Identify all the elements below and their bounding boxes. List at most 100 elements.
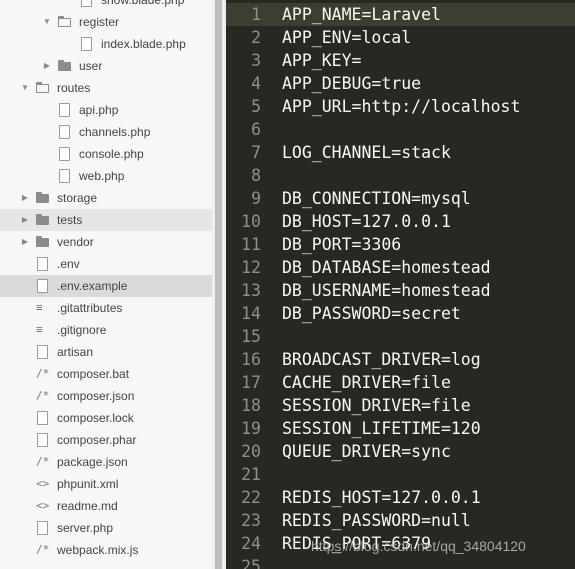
line-text[interactable]: APP_ENV=local — [282, 26, 411, 49]
code-line[interactable]: 13 DB_USERNAME=homestead — [226, 279, 575, 302]
code-line[interactable]: 12 DB_DATABASE=homestead — [226, 256, 575, 279]
line-text[interactable]: DB_PORT=3306 — [282, 233, 401, 256]
line-text[interactable]: QUEUE_DRIVER=sync — [282, 440, 451, 463]
line-text[interactable]: DB_HOST=127.0.0.1 — [282, 210, 451, 233]
line-text[interactable]: APP_DEBUG=true — [282, 72, 421, 95]
tree-item-tests[interactable]: ▶ tests — [0, 209, 212, 231]
chevron-down-icon[interactable]: ▼ — [20, 77, 30, 99]
file-icon — [59, 169, 70, 183]
code-line[interactable]: 19 SESSION_LIFETIME=120 — [226, 417, 575, 440]
tree-item-webpack-mix-js[interactable]: /* webpack.mix.js — [0, 539, 212, 561]
code-line[interactable]: 18 SESSION_DRIVER=file — [226, 394, 575, 417]
tree-item-label: storage — [57, 191, 98, 205]
code-line[interactable]: 10 DB_HOST=127.0.0.1 — [226, 210, 575, 233]
line-text[interactable]: DB_CONNECTION=mysql — [282, 187, 471, 210]
tree-item-phpunit-xml[interactable]: <> phpunit.xml — [0, 473, 212, 495]
code-line[interactable]: 25 — [226, 555, 575, 569]
code-line[interactable]: 20 QUEUE_DRIVER=sync — [226, 440, 575, 463]
line-text[interactable]: APP_KEY= — [282, 49, 361, 72]
code-line[interactable]: 4 APP_DEBUG=true — [226, 72, 575, 95]
tree-item-label: routes — [57, 81, 91, 95]
tree-item-label: composer.bat — [57, 367, 130, 381]
tree-item-console-php[interactable]: console.php — [0, 143, 212, 165]
code-line[interactable]: 11 DB_PORT=3306 — [226, 233, 575, 256]
code-line[interactable]: 8 — [226, 164, 575, 187]
line-number: 15 — [241, 327, 261, 346]
tree-item-artisan[interactable]: artisan — [0, 341, 212, 363]
tree-item-routes[interactable]: ▼ routes — [0, 77, 212, 99]
tree-item-package-json[interactable]: /* package.json — [0, 451, 212, 473]
tree-item-composer-json[interactable]: /* composer.json — [0, 385, 212, 407]
code-line[interactable]: 16 BROADCAST_DRIVER=log — [226, 348, 575, 371]
line-number: 11 — [241, 235, 261, 254]
tree-item-user[interactable]: ▶ user — [0, 55, 212, 77]
file-icon — [37, 433, 48, 447]
tree-item-label: .env — [57, 257, 80, 271]
code-line[interactable]: 21 — [226, 463, 575, 486]
line-text[interactable]: REDIS_HOST=127.0.0.1 — [282, 486, 481, 509]
tree-item-gitignore[interactable]: ≡ .gitignore — [0, 319, 212, 341]
code-line[interactable]: 5 APP_URL=http://localhost — [226, 95, 575, 118]
code-comment-icon: /* — [36, 543, 50, 556]
line-text[interactable]: SESSION_DRIVER=file — [282, 394, 471, 417]
code-line[interactable]: 15 — [226, 325, 575, 348]
chevron-right-icon[interactable]: ▶ — [20, 209, 30, 231]
sidebar-scrollbar-thumb[interactable] — [215, 0, 222, 569]
code-editor[interactable]: 1 APP_NAME=Laravel 2 APP_ENV=local 3 APP_KEY=… — [226, 0, 575, 569]
tree-item-register[interactable]: ▼ register — [0, 11, 212, 33]
line-text[interactable]: DB_DATABASE=homestead — [282, 256, 491, 279]
tree-item-label: web.php — [79, 169, 125, 183]
tree-item-web-php[interactable]: web.php — [0, 165, 212, 187]
tree-item-label: phpunit.xml — [57, 477, 119, 491]
line-number: 17 — [241, 373, 261, 392]
tree-item-env-example[interactable]: .env.example — [0, 275, 212, 297]
line-text[interactable]: APP_URL=http://localhost — [282, 95, 520, 118]
file-icon — [81, 37, 92, 51]
code-comment-icon: /* — [36, 455, 50, 468]
line-text[interactable]: BROADCAST_DRIVER=log — [282, 348, 481, 371]
code-line[interactable]: 9 DB_CONNECTION=mysql — [226, 187, 575, 210]
code-line[interactable]: 2 APP_ENV=local — [226, 26, 575, 49]
line-text[interactable]: DB_PASSWORD=secret — [282, 302, 461, 325]
chevron-right-icon[interactable]: ▶ — [20, 187, 30, 209]
tree-item-gitattributes[interactable]: ≡ .gitattributes — [0, 297, 212, 319]
tree-item-vendor[interactable]: ▶ vendor — [0, 231, 212, 253]
chevron-right-icon[interactable]: ▶ — [42, 55, 52, 77]
tree-item-composer-bat[interactable]: /* composer.bat — [0, 363, 212, 385]
code-line[interactable]: 7 LOG_CHANNEL=stack — [226, 141, 575, 164]
tree-item-composer-phar[interactable]: composer.phar — [0, 429, 212, 451]
code-line[interactable]: 14 DB_PASSWORD=secret — [226, 302, 575, 325]
line-number: 12 — [241, 258, 261, 277]
text-lines-icon: ≡ — [36, 323, 43, 336]
tree-item-channels-php[interactable]: channels.php — [0, 121, 212, 143]
tree-item-composer-lock[interactable]: composer.lock — [0, 407, 212, 429]
code-line[interactable]: 23 REDIS_PASSWORD=null — [226, 509, 575, 532]
code-line[interactable]: 6 — [226, 118, 575, 141]
file-icon — [59, 103, 70, 117]
tree-item-index-blade-php[interactable]: index.blade.php — [0, 33, 212, 55]
code-line[interactable]: 17 CACHE_DRIVER=file — [226, 371, 575, 394]
tree-item-show-blade-php[interactable]: show.blade.php — [0, 0, 212, 11]
chevron-down-icon[interactable]: ▼ — [42, 11, 52, 33]
line-text[interactable]: APP_NAME=Laravel — [282, 3, 441, 26]
file-icon — [37, 345, 48, 359]
line-number: 19 — [241, 419, 261, 438]
code-comment-icon: /* — [36, 367, 50, 380]
tree-item-env[interactable]: .env — [0, 253, 212, 275]
line-text[interactable]: DB_USERNAME=homestead — [282, 279, 491, 302]
line-text[interactable]: SESSION_LIFETIME=120 — [282, 417, 481, 440]
folder-open-icon — [36, 81, 50, 95]
chevron-right-icon[interactable]: ▶ — [20, 231, 30, 253]
line-text[interactable]: CACHE_DRIVER=file — [282, 371, 451, 394]
line-text[interactable]: REDIS_PASSWORD=null — [282, 509, 471, 532]
line-text[interactable]: LOG_CHANNEL=stack — [282, 141, 451, 164]
tree-item-api-php[interactable]: api.php — [0, 99, 212, 121]
code-line[interactable]: 3 APP_KEY= — [226, 49, 575, 72]
tree-item-readme-md[interactable]: <> readme.md — [0, 495, 212, 517]
tree-item-storage[interactable]: ▶ storage — [0, 187, 212, 209]
code-line[interactable]: 22 REDIS_HOST=127.0.0.1 — [226, 486, 575, 509]
tree-item-server-php[interactable]: server.php — [0, 517, 212, 539]
code-line[interactable]: 1 APP_NAME=Laravel — [226, 3, 575, 26]
folder-icon — [58, 59, 72, 73]
line-number: 22 — [241, 488, 261, 507]
